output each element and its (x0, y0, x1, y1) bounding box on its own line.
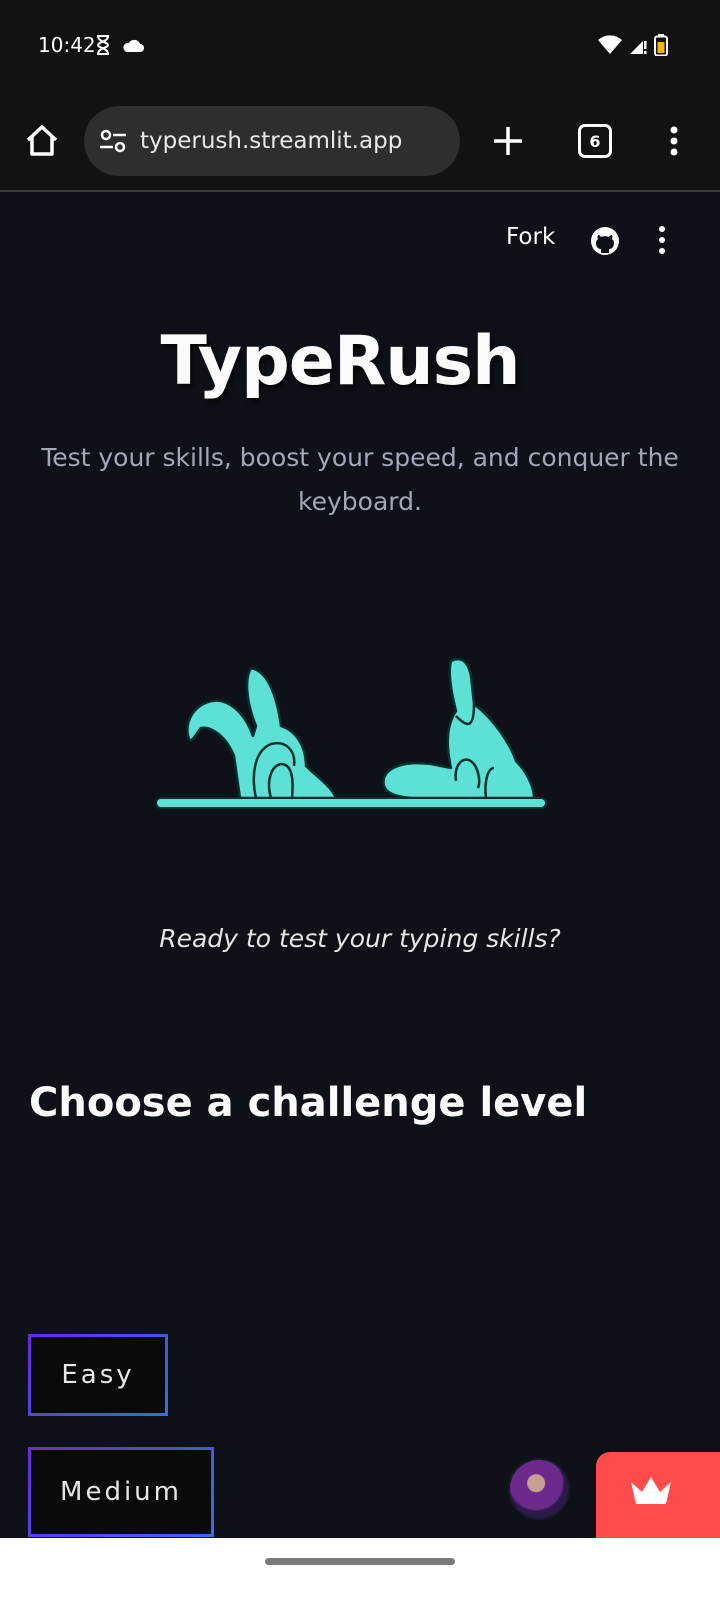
easy-level-label: Easy (61, 1360, 135, 1390)
tab-count: 6 (589, 131, 601, 151)
page-title: TypeRush (160, 322, 520, 401)
tagline: Ready to test your typing skills? (159, 924, 561, 953)
site-settings-icon[interactable] (98, 129, 128, 153)
url-bar[interactable]: typerush.streamlit.app (84, 106, 460, 176)
easy-level-button[interactable]: Easy (28, 1334, 168, 1416)
fork-link[interactable]: Fork (506, 224, 555, 250)
status-bar: 10:42 (0, 0, 720, 92)
cloud-icon (123, 39, 144, 52)
hands-typing-illustration (156, 657, 547, 809)
url-text[interactable]: typerush.streamlit.app (140, 128, 402, 154)
hourglass-icon (96, 35, 110, 55)
app-menu-icon[interactable] (656, 224, 668, 256)
navigation-bar (0, 1538, 720, 1600)
streamlit-badge[interactable] (596, 1452, 720, 1538)
wifi-icon (598, 35, 622, 54)
page-subtitle: Test your skills, boost your speed, and … (41, 443, 679, 516)
tab-switcher-button[interactable]: 6 (578, 124, 612, 158)
avatar[interactable] (510, 1460, 568, 1518)
medium-level-label: Medium (60, 1477, 182, 1507)
medium-level-button[interactable]: Medium (28, 1447, 214, 1537)
crown-icon (631, 1477, 671, 1504)
github-icon[interactable] (590, 226, 620, 256)
browser-menu-icon[interactable] (664, 121, 684, 161)
status-time: 10:42 (38, 33, 96, 57)
browser-toolbar: typerush.streamlit.app 6 (0, 92, 720, 192)
battery-icon (654, 34, 668, 56)
home-icon[interactable] (22, 121, 62, 161)
signal-icon (630, 41, 647, 54)
new-tab-icon[interactable] (488, 121, 528, 161)
section-heading: Choose a challenge level (29, 1080, 588, 1126)
gesture-handle[interactable] (265, 1558, 455, 1565)
